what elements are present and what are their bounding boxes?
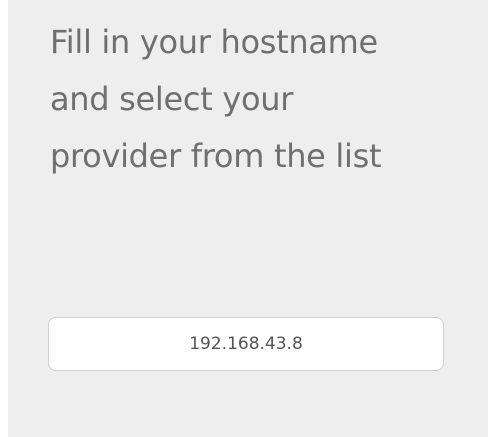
- instructions-line-2: and select your: [50, 80, 294, 118]
- setup-panel: Fill in your hostname and select your pr…: [8, 0, 488, 437]
- hostname-input[interactable]: [48, 317, 444, 371]
- instructions-line-1: Fill in your hostname: [50, 23, 378, 61]
- instructions-text: Fill in your hostname and select your pr…: [50, 14, 470, 185]
- instructions-line-3: provider from the list: [50, 137, 382, 175]
